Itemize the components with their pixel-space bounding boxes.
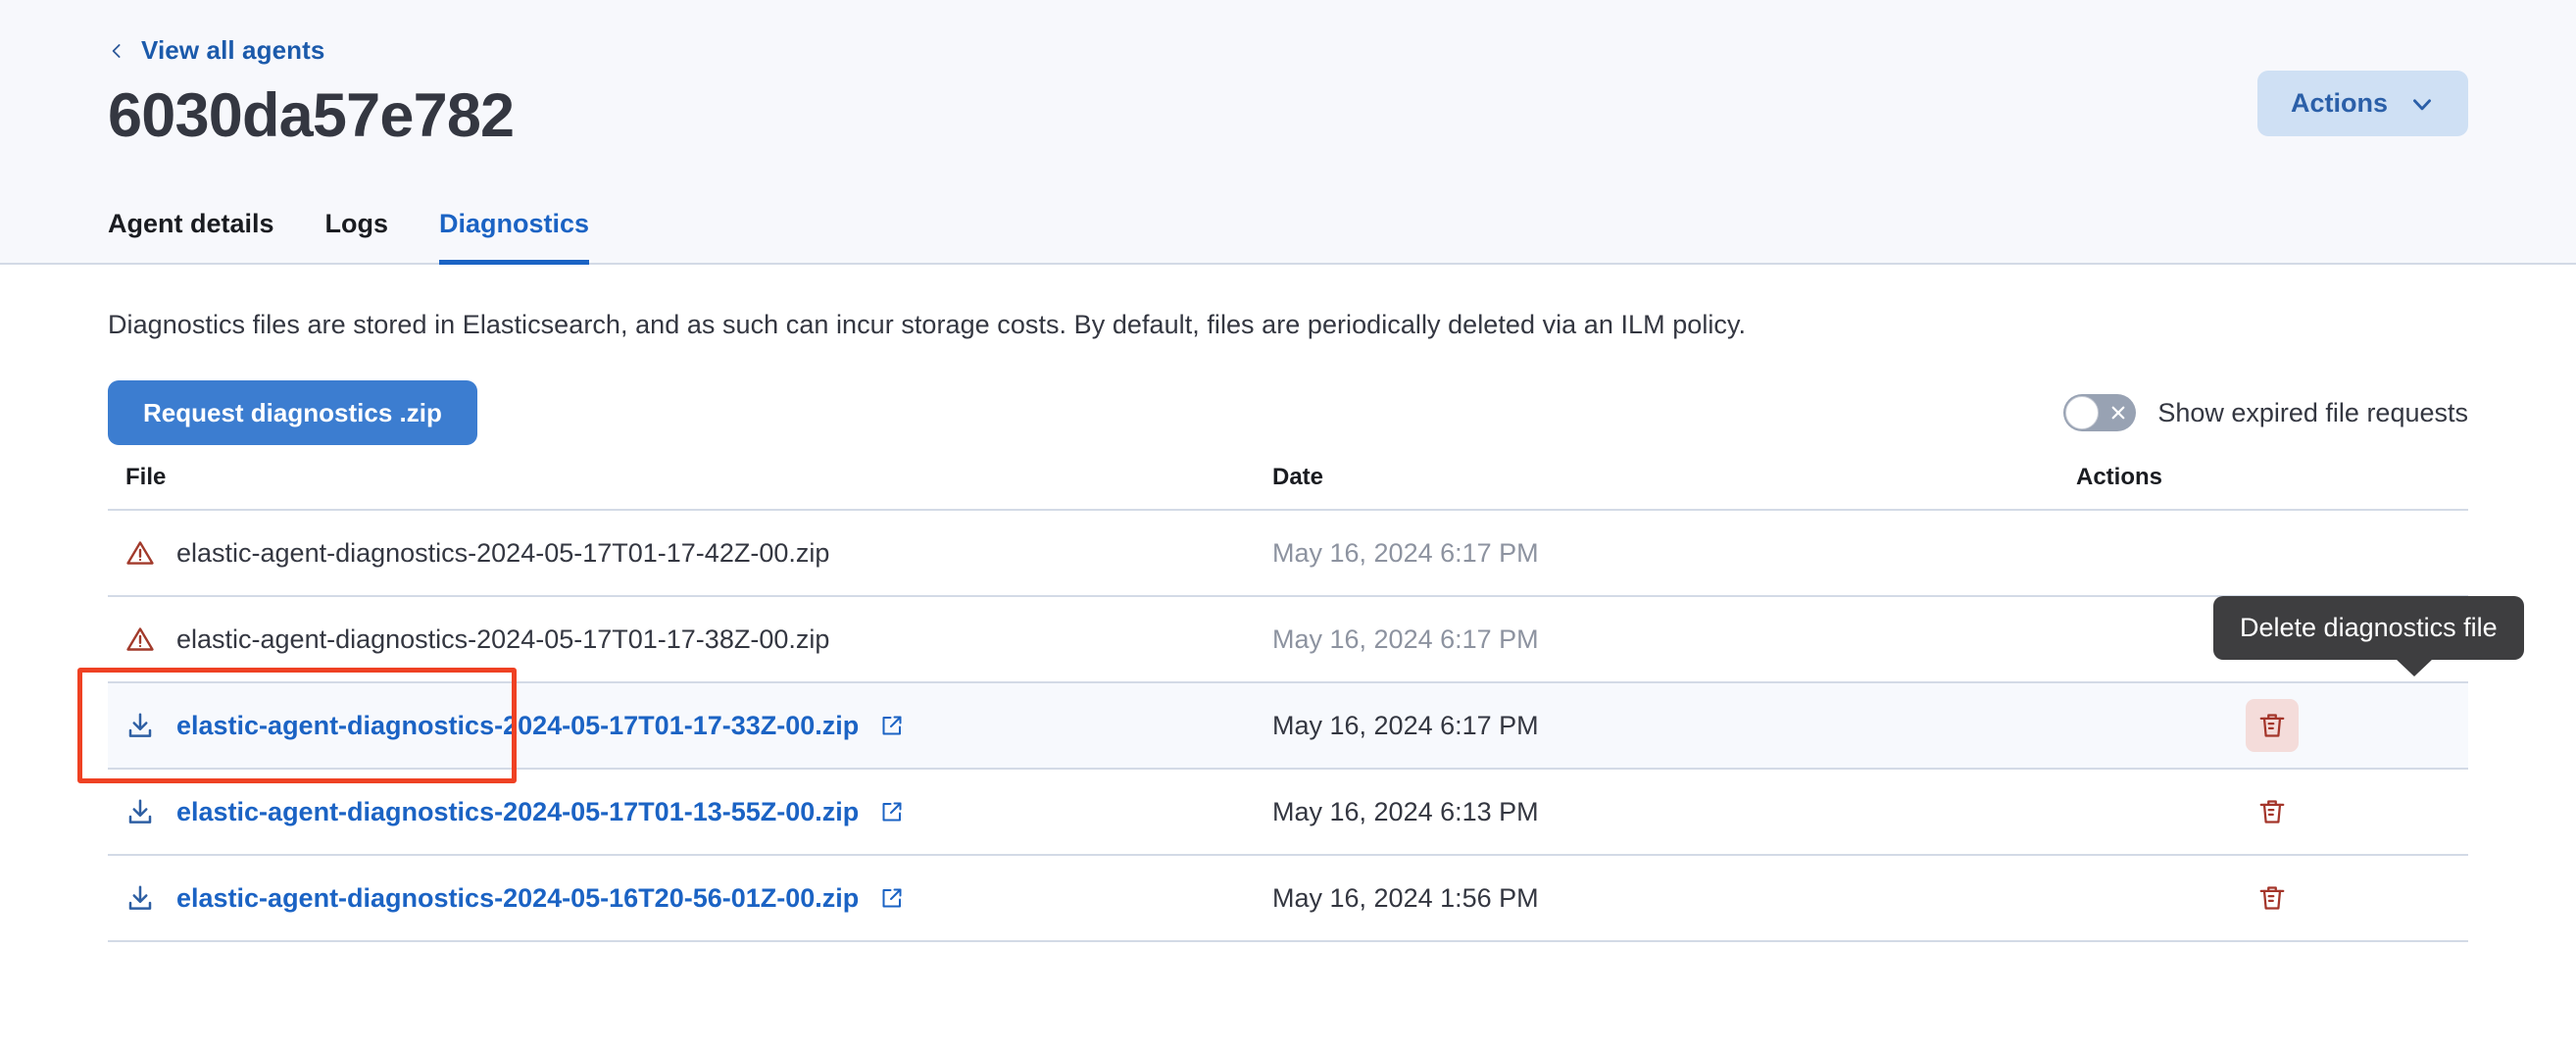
delete-diagnostics-button[interactable] xyxy=(2246,872,2299,924)
show-expired-toggle-label: Show expired file requests xyxy=(2157,398,2468,428)
toggle-knob xyxy=(2065,396,2099,429)
file-name-link[interactable]: elastic-agent-diagnostics-2024-05-17T01-… xyxy=(176,711,859,741)
date-cell: May 16, 2024 6:17 PM xyxy=(1255,596,2058,682)
external-link-icon[interactable] xyxy=(880,886,904,910)
column-header-date: Date xyxy=(1255,464,2058,510)
table-row: elastic-agent-diagnostics-2024-05-17T01-… xyxy=(108,510,2468,596)
table-row: elastic-agent-diagnostics-2024-05-17T01-… xyxy=(108,596,2468,682)
show-expired-toggle[interactable]: Show expired file requests xyxy=(2063,394,2468,431)
delete-diagnostics-button[interactable] xyxy=(2246,699,2299,752)
warning-triangle-icon xyxy=(125,624,155,654)
table-header-row: File Date Actions xyxy=(108,464,2468,510)
file-cell: elastic-agent-diagnostics-2024-05-17T01-… xyxy=(108,596,1255,682)
tab-diagnostics-label: Diagnostics xyxy=(439,209,589,238)
table-row: elastic-agent-diagnostics-2024-05-17T01-… xyxy=(108,769,2468,855)
tab-diagnostics[interactable]: Diagnostics xyxy=(439,209,589,263)
page-header: View all agents 6030da57e782 Agent detai… xyxy=(0,0,2576,265)
breadcrumb-label: View all agents xyxy=(141,35,324,66)
breadcrumb-view-all-agents[interactable]: View all agents xyxy=(108,35,324,66)
date-cell: May 16, 2024 6:17 PM xyxy=(1255,682,2058,769)
actions-cell xyxy=(2058,510,2468,596)
tab-logs-label: Logs xyxy=(325,209,389,238)
warning-triangle-icon xyxy=(125,538,155,568)
date-cell: May 16, 2024 1:56 PM xyxy=(1255,855,2058,941)
download-icon[interactable] xyxy=(125,883,155,913)
file-cell: elastic-agent-diagnostics-2024-05-17T01-… xyxy=(108,769,1255,855)
actions-cell xyxy=(2058,855,2468,941)
delete-diagnostics-button[interactable] xyxy=(2246,785,2299,838)
tab-agent-details-label: Agent details xyxy=(108,209,274,238)
actions-cell xyxy=(2058,769,2468,855)
tab-bar: Agent details Logs Diagnostics xyxy=(108,209,589,263)
table-header: File Date Actions xyxy=(108,464,2468,510)
actions-button-label: Actions xyxy=(2291,88,2388,119)
diagnostics-toolbar: Request diagnostics .zip Show expired fi… xyxy=(108,375,2468,450)
column-header-file: File xyxy=(108,464,1255,510)
page-title: 6030da57e782 xyxy=(108,83,2468,148)
diagnostics-page: View all agents 6030da57e782 Agent detai… xyxy=(0,0,2576,1049)
toggle-switch[interactable] xyxy=(2063,394,2136,431)
diagnostics-files-table: File Date Actions xyxy=(108,464,2468,942)
trash-icon xyxy=(2257,711,2287,740)
table-row: elastic-agent-diagnostics-2024-05-17T01-… xyxy=(108,682,2468,769)
download-icon[interactable] xyxy=(125,797,155,826)
external-link-icon[interactable] xyxy=(880,714,904,737)
file-name-link[interactable]: elastic-agent-diagnostics-2024-05-16T20-… xyxy=(176,883,859,914)
diagnostics-description: Diagnostics files are stored in Elastics… xyxy=(108,310,2468,340)
file-name: elastic-agent-diagnostics-2024-05-17T01-… xyxy=(176,624,829,655)
external-link-icon[interactable] xyxy=(880,800,904,824)
date-cell: May 16, 2024 6:17 PM xyxy=(1255,510,2058,596)
file-name-link[interactable]: elastic-agent-diagnostics-2024-05-17T01-… xyxy=(176,797,859,827)
date-cell: May 16, 2024 6:13 PM xyxy=(1255,769,2058,855)
table-body: elastic-agent-diagnostics-2024-05-17T01-… xyxy=(108,510,2468,941)
table-row: elastic-agent-diagnostics-2024-05-16T20-… xyxy=(108,855,2468,941)
download-icon[interactable] xyxy=(125,711,155,740)
file-cell: elastic-agent-diagnostics-2024-05-16T20-… xyxy=(108,855,1255,941)
file-cell: elastic-agent-diagnostics-2024-05-17T01-… xyxy=(108,682,1255,769)
actions-cell xyxy=(2058,682,2468,769)
column-header-actions: Actions xyxy=(2058,464,2468,510)
chevron-down-icon xyxy=(2409,91,2435,117)
trash-icon xyxy=(2257,797,2287,826)
cross-icon xyxy=(2109,404,2127,422)
request-diagnostics-button-label: Request diagnostics .zip xyxy=(143,398,442,427)
file-cell: elastic-agent-diagnostics-2024-05-17T01-… xyxy=(108,510,1255,596)
chevron-left-icon xyxy=(108,42,125,60)
trash-icon xyxy=(2257,883,2287,913)
tab-agent-details[interactable]: Agent details xyxy=(108,209,274,263)
request-diagnostics-button[interactable]: Request diagnostics .zip xyxy=(108,380,477,445)
actions-button[interactable]: Actions xyxy=(2257,71,2468,136)
file-name: elastic-agent-diagnostics-2024-05-17T01-… xyxy=(176,538,829,569)
delete-diagnostics-tooltip: Delete diagnostics file xyxy=(2213,596,2524,660)
tab-logs[interactable]: Logs xyxy=(325,209,389,263)
page-body: Diagnostics files are stored in Elastics… xyxy=(0,310,2576,942)
